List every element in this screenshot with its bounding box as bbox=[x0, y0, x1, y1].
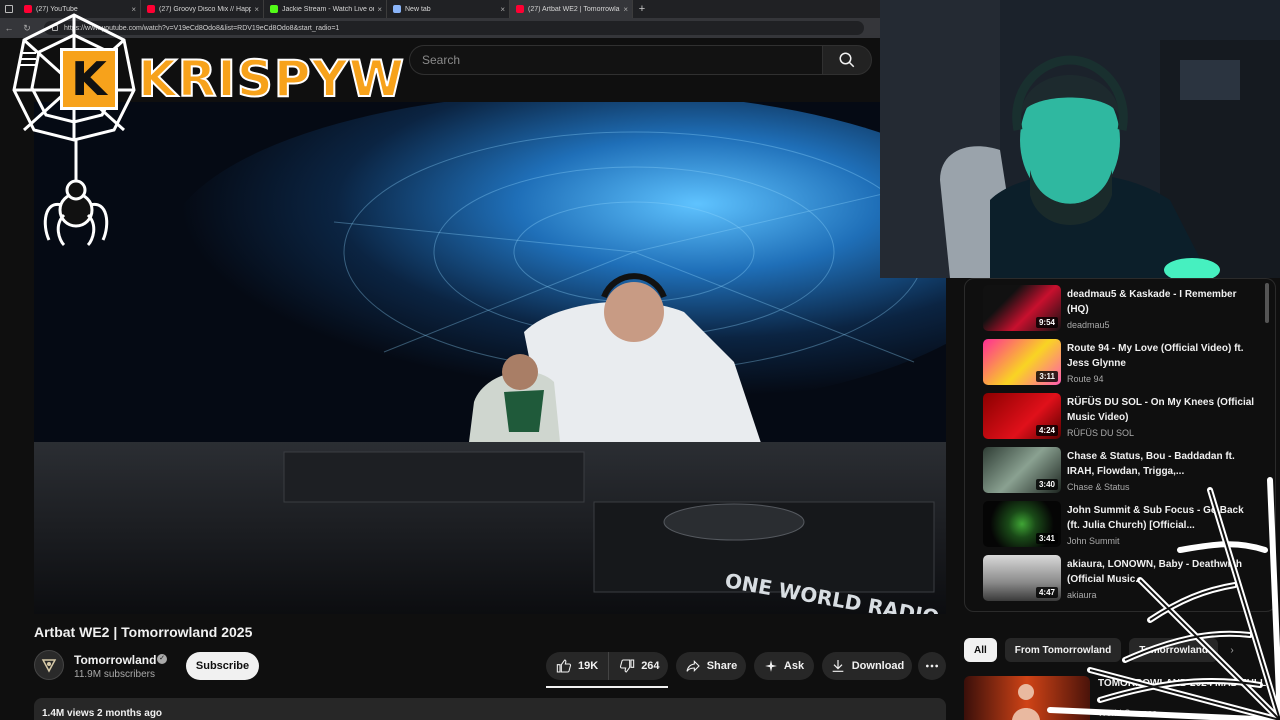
youtube-favicon-icon bbox=[516, 5, 524, 13]
scrollbar-thumb[interactable] bbox=[1265, 283, 1269, 323]
channel-name[interactable]: Chase & Status bbox=[1067, 482, 1130, 492]
video-thumbnail[interactable]: 9:54 bbox=[983, 285, 1061, 331]
view-count-date: 1.4M views 2 months ago bbox=[42, 708, 163, 719]
subscriber-count: 11.9M subscribers bbox=[74, 669, 155, 680]
share-button[interactable]: Share bbox=[676, 652, 746, 680]
channel-name[interactable]: John Summit bbox=[1067, 536, 1120, 546]
channel-name[interactable]: akiaura bbox=[1067, 590, 1097, 600]
channel-name[interactable]: deadmau5 bbox=[1067, 320, 1110, 330]
webcam-feed bbox=[880, 0, 1280, 278]
list-item[interactable]: 3:40 Chase & Status, Bou - Baddadan ft. … bbox=[983, 447, 1263, 495]
tab-title: New tab bbox=[405, 5, 431, 13]
download-button[interactable]: Download bbox=[822, 652, 912, 680]
tab-close-icon[interactable]: × bbox=[500, 5, 505, 14]
search-icon bbox=[839, 52, 855, 68]
streamer-logo-overlay: K KRISPYW bbox=[4, 10, 405, 250]
list-item[interactable]: 3:11 Route 94 - My Love (Official Video)… bbox=[983, 339, 1263, 387]
sparkle-icon bbox=[765, 660, 777, 672]
channel-name[interactable]: World Cosmos bbox=[1098, 708, 1157, 718]
duration-badge: 4:47 bbox=[1035, 587, 1058, 598]
list-item[interactable]: 3:41 John Summit & Sub Focus - Go Back (… bbox=[983, 501, 1263, 549]
browser-tab[interactable]: New tab × bbox=[387, 0, 510, 18]
video-thumbnail[interactable]: 3:41 bbox=[983, 501, 1061, 547]
chip-topic[interactable]: Tomorrowland bbox=[1129, 638, 1218, 662]
share-label: Share bbox=[706, 660, 738, 672]
download-icon bbox=[832, 660, 844, 672]
subscribe-button[interactable]: Subscribe bbox=[186, 652, 259, 680]
video-thumbnail[interactable]: 4:24 bbox=[983, 393, 1061, 439]
video-title[interactable]: TOMORROWLAND 2024 MAD FULL SET bbox=[1098, 678, 1268, 689]
list-item[interactable]: TOMORROWLAND 2024 MAD FULL SET World Cos… bbox=[964, 676, 1276, 720]
list-item[interactable]: 9:54 deadmau5 & Kaskade - I Remember (HQ… bbox=[983, 285, 1263, 333]
search-box bbox=[409, 45, 823, 75]
ask-label: Ask bbox=[783, 660, 805, 672]
webcam-overlay bbox=[880, 0, 1280, 278]
chip-all[interactable]: All bbox=[964, 638, 997, 662]
like-progress-underline bbox=[546, 686, 668, 688]
duration-badge: 3:40 bbox=[1035, 479, 1058, 490]
channel-name[interactable]: Tomorrowland bbox=[74, 653, 156, 667]
newtab-favicon-icon bbox=[393, 5, 401, 13]
spider-web-icon bbox=[12, 13, 136, 247]
thumbs-down-icon bbox=[620, 659, 635, 673]
tomorrowland-logo-icon bbox=[41, 659, 57, 673]
up-next-panel: 9:54 deadmau5 & Kaskade - I Remember (HQ… bbox=[964, 278, 1276, 612]
download-label: Download bbox=[851, 660, 905, 672]
logo-k-badge: K bbox=[60, 48, 118, 110]
video-title[interactable]: deadmau5 & Kaskade - I Remember (HQ) bbox=[1067, 287, 1257, 317]
like-count: 19K bbox=[578, 660, 599, 672]
video-title: Artbat WE2 | Tomorrowland 2025 bbox=[34, 624, 253, 640]
video-title[interactable]: RÜFÜS DU SOL - On My Knees (Official Mus… bbox=[1067, 395, 1257, 425]
duration-badge: 3:41 bbox=[1035, 533, 1058, 544]
dislike-button[interactable]: 264 bbox=[609, 652, 669, 680]
video-thumbnail[interactable]: 3:40 bbox=[983, 447, 1061, 493]
like-dislike-group: 19K 264 bbox=[546, 652, 668, 680]
search-input[interactable] bbox=[410, 46, 823, 74]
browser-tab-active[interactable]: (27) Artbat WE2 | Tomorrowland 2 × bbox=[510, 0, 633, 18]
duration-badge: 9:54 bbox=[1035, 317, 1058, 328]
channel-avatar[interactable] bbox=[34, 650, 64, 680]
tab-title: (27) Artbat WE2 | Tomorrowland 2 bbox=[528, 5, 620, 13]
more-actions-button[interactable] bbox=[918, 652, 946, 680]
thumbnail-figure bbox=[1012, 684, 1040, 720]
chip-from-channel[interactable]: From Tomorrowland bbox=[1004, 638, 1122, 662]
list-item[interactable]: 4:24 RÜFÜS DU SOL - On My Knees (Officia… bbox=[983, 393, 1263, 441]
verified-check-icon: ✓ bbox=[157, 654, 167, 664]
channel-name[interactable]: RÜFÜS DU SOL bbox=[1067, 428, 1134, 438]
chevron-right-icon[interactable]: › bbox=[1222, 638, 1242, 662]
logo-text: KRISPYW bbox=[137, 49, 405, 109]
video-title[interactable]: Chase & Status, Bou - Baddadan ft. IRAH,… bbox=[1067, 449, 1257, 479]
channel-name[interactable]: Route 94 bbox=[1067, 374, 1104, 384]
video-title[interactable]: akiaura, LONOWN, Baby - Deathwish (Offic… bbox=[1067, 557, 1257, 587]
filter-chips: All From Tomorrowland Tomorrowland bbox=[964, 638, 1218, 662]
tab-close-icon[interactable]: × bbox=[623, 5, 628, 14]
spider-icon bbox=[43, 179, 109, 247]
thumbs-up-icon bbox=[556, 659, 572, 673]
search-button[interactable] bbox=[822, 45, 872, 75]
tab-close-icon[interactable]: × bbox=[377, 5, 382, 14]
new-tab-plus-icon[interactable]: + bbox=[633, 3, 651, 15]
description-box[interactable]: 1.4M views 2 months ago bbox=[34, 698, 946, 720]
video-title[interactable]: John Summit & Sub Focus - Go Back (ft. J… bbox=[1067, 503, 1257, 533]
video-title[interactable]: Route 94 - My Love (Official Video) ft. … bbox=[1067, 341, 1257, 371]
ask-button[interactable]: Ask bbox=[754, 652, 814, 680]
video-thumbnail[interactable]: 4:47 bbox=[983, 555, 1061, 601]
video-thumbnail[interactable]: 3:11 bbox=[983, 339, 1061, 385]
more-horizontal-icon bbox=[926, 664, 938, 668]
like-button[interactable]: 19K bbox=[546, 652, 610, 680]
video-thumbnail[interactable] bbox=[964, 676, 1090, 720]
duration-badge: 4:24 bbox=[1035, 425, 1058, 436]
list-item[interactable]: 4:47 akiaura, LONOWN, Baby - Deathwish (… bbox=[983, 555, 1263, 603]
dislike-count: 264 bbox=[641, 660, 660, 672]
share-arrow-icon bbox=[686, 660, 700, 672]
duration-badge: 3:11 bbox=[1036, 371, 1058, 382]
